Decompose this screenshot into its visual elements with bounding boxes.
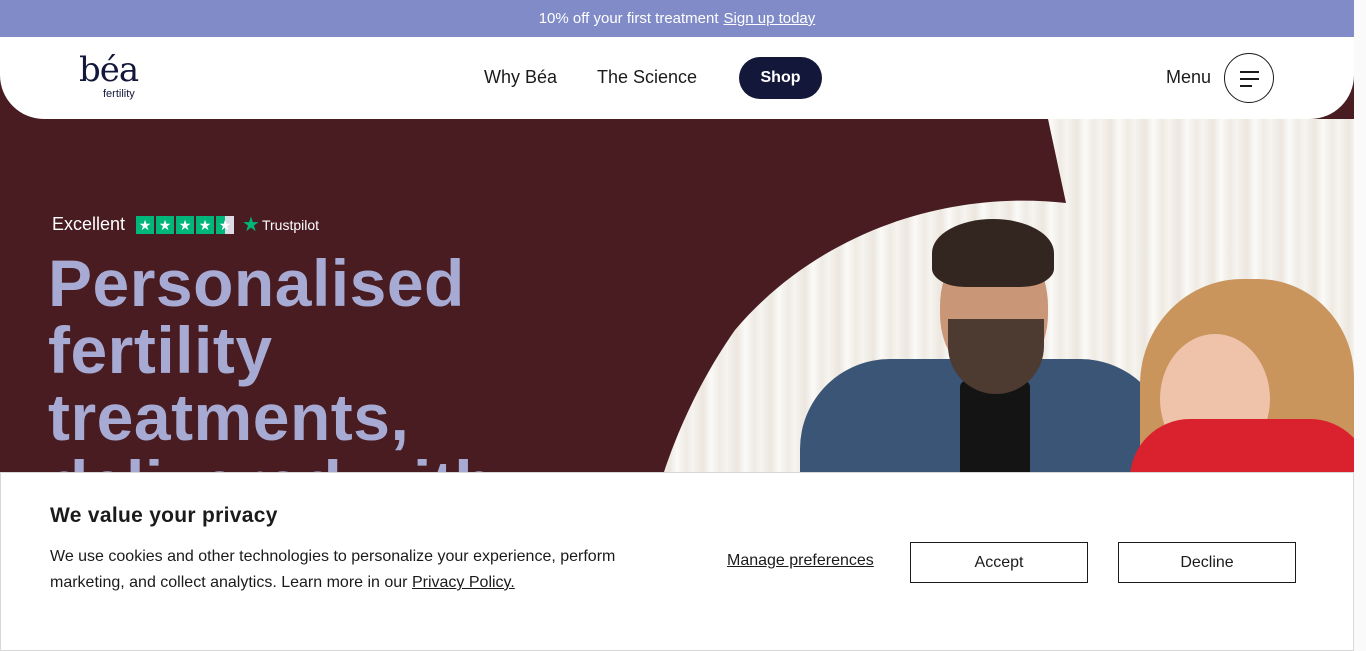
promo-text: 10% off your first treatment bbox=[538, 10, 719, 27]
signup-link[interactable]: Sign up today bbox=[724, 10, 816, 27]
nav-why-bea[interactable]: Why Béa bbox=[484, 67, 557, 88]
rating-stars: ★ ★ ★ ★ ★ bbox=[136, 215, 235, 234]
cookie-banner: We value your privacy We use cookies and… bbox=[0, 472, 1354, 651]
promo-banner: 10% off your first treatment Sign up tod… bbox=[0, 0, 1354, 37]
hero-title-line: fertility bbox=[48, 313, 273, 387]
accept-button[interactable]: Accept bbox=[910, 542, 1088, 583]
star-icon: ★ bbox=[196, 215, 215, 234]
logo-subtitle: fertility bbox=[103, 88, 135, 100]
cookie-body: We use cookies and other technologies to… bbox=[50, 548, 616, 591]
hero-title-line: Personalised bbox=[48, 246, 465, 320]
trustpilot-brand: Trustpilot bbox=[261, 216, 320, 233]
star-icon: ★ bbox=[176, 215, 195, 234]
cookie-title: We value your privacy bbox=[50, 504, 278, 527]
man-hair bbox=[932, 219, 1054, 287]
site-header: béa fertility Why Béa The Science Shop M… bbox=[0, 37, 1354, 119]
cookie-description: We use cookies and other technologies to… bbox=[50, 544, 660, 596]
bea-logo[interactable]: béa fertility bbox=[79, 51, 149, 105]
half-star-icon: ★ bbox=[216, 215, 235, 234]
logo-wordmark: béa bbox=[79, 50, 139, 90]
hero-title-line: treatments, bbox=[48, 380, 410, 454]
trustpilot-star-icon: ★ bbox=[242, 213, 260, 236]
privacy-policy-link[interactable]: Privacy Policy. bbox=[412, 574, 515, 591]
woman-sweater bbox=[1130, 419, 1354, 472]
shop-button[interactable]: Shop bbox=[739, 57, 822, 99]
decline-button[interactable]: Decline bbox=[1118, 542, 1296, 583]
nav-the-science[interactable]: The Science bbox=[597, 67, 697, 88]
rating-label: Excellent bbox=[52, 214, 126, 234]
hero-photo bbox=[660, 119, 1354, 472]
menu-label[interactable]: Menu bbox=[1166, 67, 1211, 88]
manage-preferences-link[interactable]: Manage preferences bbox=[727, 552, 874, 570]
trustpilot-rating[interactable]: Excellent ★ ★ ★ ★ ★ ★ Trustpilot bbox=[52, 214, 319, 235]
star-icon: ★ bbox=[156, 215, 175, 234]
man-shirt bbox=[960, 381, 1030, 472]
hamburger-menu-icon[interactable] bbox=[1224, 53, 1274, 103]
scrollbar[interactable] bbox=[1354, 0, 1366, 651]
star-icon: ★ bbox=[136, 215, 155, 234]
